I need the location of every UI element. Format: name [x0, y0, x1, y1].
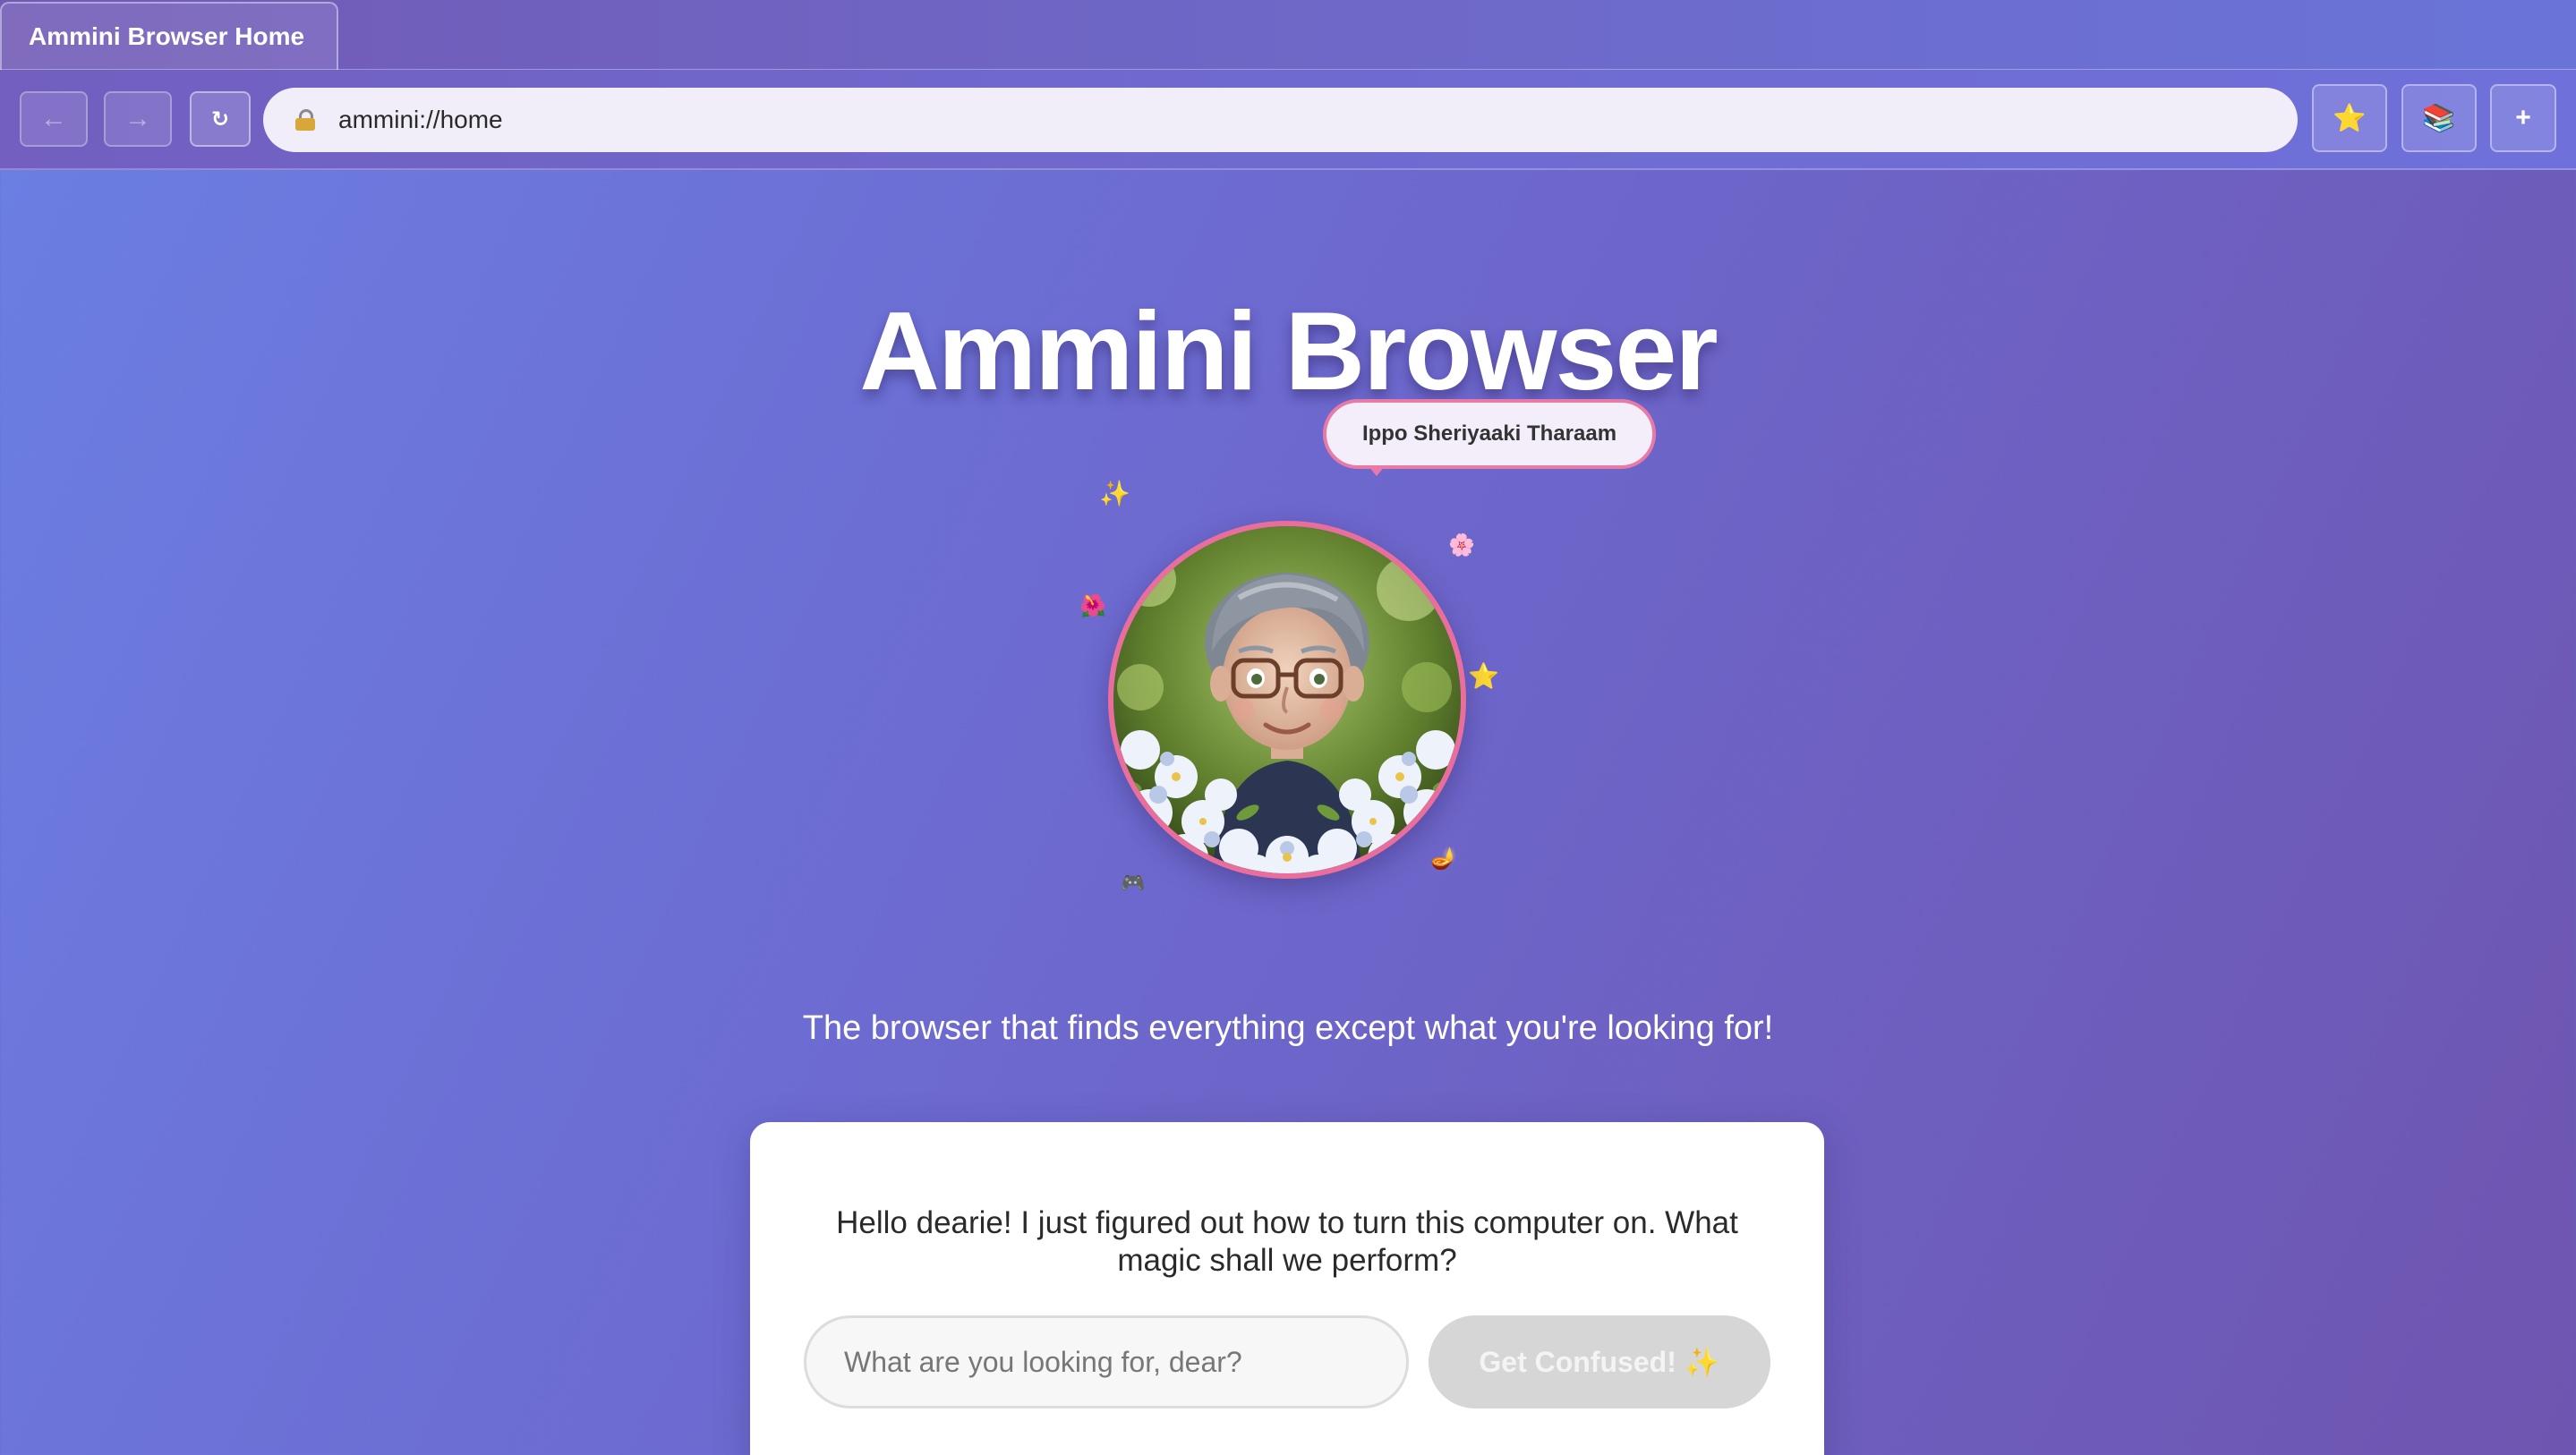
page-title: Ammini Browser [859, 290, 1718, 413]
forward-button[interactable]: → [104, 91, 172, 147]
address-bar[interactable]: ammini://home [263, 88, 2298, 152]
greeting-text: Hello dearie! I just figured out how to … [836, 1205, 1738, 1278]
search-card: Hello dearie! I just figured out how to … [750, 1122, 1824, 1455]
sparkles-icon: ✨ [1099, 480, 1130, 507]
forward-arrow-icon: → [124, 104, 151, 133]
speech-bubble: Ippo Sheriyaaki Tharaam [1323, 399, 1656, 469]
new-tab-button[interactable]: + [2490, 84, 2556, 152]
tab-bar: Ammini Browser Home [0, 0, 2576, 70]
tab-title: Ammini Browser Home [29, 22, 305, 50]
get-confused-button[interactable]: Get Confused! ✨ [1429, 1315, 1770, 1408]
reload-icon: ↻ [210, 106, 230, 132]
oil-lamp-icon: 🪔 [1430, 847, 1457, 871]
browser-toolbar: ← → ↻ ammini://home ⭐ 📚 + [0, 70, 2576, 170]
flower-red-icon: 🌺 [1079, 594, 1106, 618]
speech-bubble-text: Ippo Sheriyaaki Tharaam [1361, 421, 1617, 446]
back-arrow-icon: ← [40, 104, 67, 133]
reload-button[interactable]: ↻ [190, 91, 251, 147]
avatar [1108, 521, 1466, 879]
back-button[interactable]: ← [20, 91, 88, 147]
star-icon: ⭐ [1468, 662, 1499, 690]
search-input[interactable] [804, 1315, 1409, 1408]
speech-bubble-tail [1368, 465, 1386, 476]
plus-icon: + [2515, 103, 2531, 132]
star-icon: ⭐ [2333, 103, 2367, 133]
tagline: The browser that finds everything except… [802, 1009, 1774, 1047]
bookmark-button[interactable]: ⭐ [2312, 84, 2387, 152]
lock-icon [295, 109, 315, 131]
url-text: ammini://home [338, 106, 503, 133]
gamepad-icon: 🎮 [1121, 872, 1146, 894]
flower-purple-icon: 🌸 [1448, 533, 1475, 557]
books-icon: 📚 [2422, 103, 2456, 133]
grandma-avatar-illustration [1113, 526, 1461, 873]
tab-home[interactable]: Ammini Browser Home [0, 2, 338, 70]
library-button[interactable]: 📚 [2401, 84, 2477, 152]
